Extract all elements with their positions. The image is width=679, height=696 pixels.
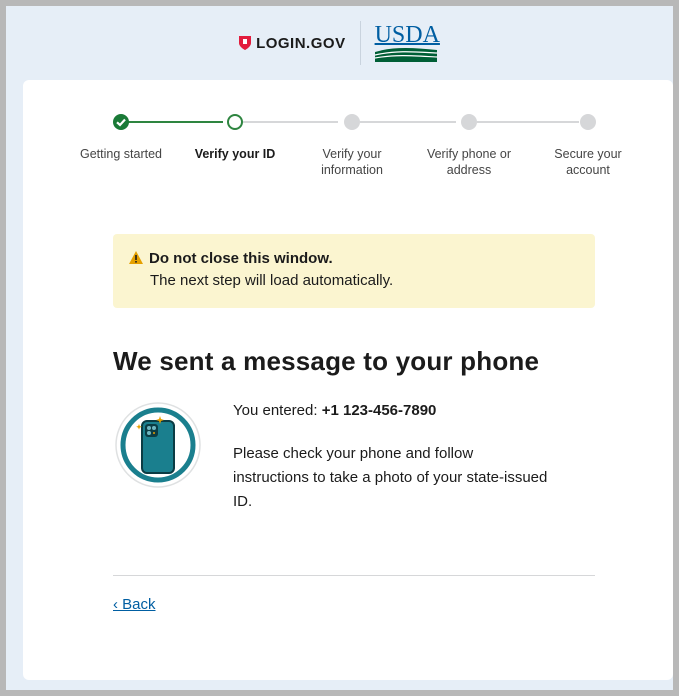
site-header: LOGIN.GOV USDA [6, 6, 673, 80]
entered-prefix: You entered: [233, 402, 322, 419]
step-1-check-icon [113, 114, 129, 130]
instructions-text: Please check your phone and follow instr… [233, 445, 548, 510]
phone-number: +1 123-456-7890 [321, 402, 437, 419]
step-connector-4 [477, 121, 579, 123]
step-indicator: Getting started Verify your ID Verify yo… [23, 106, 673, 177]
alert-title: Do not close this window. [149, 250, 333, 267]
step-label-verify-id: Verify your ID [194, 147, 276, 161]
step-label-getting-started: Getting started [80, 147, 162, 161]
step-5-pending-icon [580, 114, 596, 130]
step-label-verify-information: Verify your information [321, 147, 383, 177]
step-label-secure-account: Secure your account [554, 147, 622, 177]
step-4-pending-icon [461, 114, 477, 130]
logo-divider [359, 21, 361, 65]
alert-body: The next step will load automatically. [150, 272, 394, 289]
login-gov-wordmark: LOGIN.GOV [256, 34, 346, 52]
step-label-verify-phone: Verify phone or address [426, 147, 512, 177]
step-3-pending-icon [344, 114, 360, 130]
content-card: Getting started Verify your ID Verify yo… [23, 80, 673, 680]
step-connector-2 [243, 121, 338, 123]
step-connector-1 [123, 121, 223, 123]
step-connector-3 [360, 121, 456, 123]
entered-phone-text: You entered: +1 123-456-7890 [233, 402, 436, 419]
usda-wordmark: USDA [374, 22, 440, 48]
phone-icon [115, 402, 201, 488]
usda-hills-icon [374, 48, 437, 62]
shield-icon [239, 36, 252, 50]
usda-logo: USDA [374, 22, 440, 62]
page-title: We sent a message to your phone [113, 346, 540, 376]
browser-frame: LOGIN.GOV USDA Getting started Verify yo… [0, 0, 679, 696]
login-gov-logo: LOGIN.GOV [239, 35, 346, 52]
warning-icon [129, 251, 143, 264]
step-2-current-icon [227, 114, 243, 130]
section-divider [113, 575, 595, 576]
back-link[interactable]: ‹ Back [113, 596, 156, 613]
warning-alert: Do not close this window. The next step … [113, 234, 595, 308]
